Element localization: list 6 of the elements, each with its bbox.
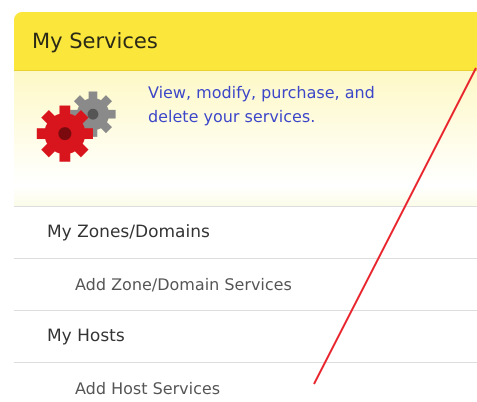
menu-link[interactable]: My Hosts (14, 311, 477, 363)
panel-title: My Services (32, 29, 158, 53)
submenu-link[interactable]: Add Zone/Domain Services (14, 259, 477, 311)
description-text: View, modify, purchase, and delete your services. (148, 82, 376, 128)
menu-link[interactable]: My Zones/Domains (14, 207, 477, 259)
submenu-link[interactable]: Add Host Services (14, 363, 477, 402)
